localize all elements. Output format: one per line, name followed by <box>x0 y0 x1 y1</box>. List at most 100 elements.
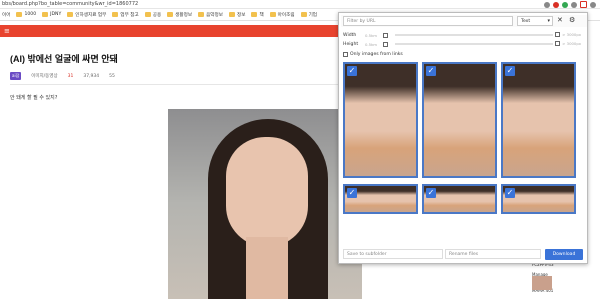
folder-icon <box>269 12 276 17</box>
extension-green-icon[interactable] <box>562 1 568 8</box>
height-min-value: 0.5km <box>365 41 377 47</box>
sub-category[interactable]: 이미지/동영상 <box>31 73 57 79</box>
bookmark-item[interactable]: JDNY <box>42 12 61 17</box>
check-icon[interactable]: ✓ <box>426 188 436 198</box>
only-links-label: Only images from links <box>350 52 403 57</box>
image-tile[interactable]: ✓ <box>501 62 576 178</box>
width-max-value: > 3000px <box>562 32 581 37</box>
rename-input[interactable]: Rename files <box>445 249 541 259</box>
folder-icon <box>112 12 119 17</box>
check-icon[interactable]: ✓ <box>505 188 515 198</box>
folder-icon <box>251 12 258 17</box>
post-meta: ai잡 이미지/동영상 31 37,934 55 <box>10 72 115 80</box>
folder-icon <box>300 12 307 17</box>
height-max-value: > 3000px <box>562 41 581 46</box>
sidebar-thumbnail[interactable] <box>532 276 552 290</box>
chevron-down-icon: ▾ <box>547 18 550 24</box>
width-max: > 3000px <box>555 32 581 37</box>
height-label: Height <box>343 41 359 47</box>
close-icon[interactable]: ✕ <box>557 17 563 24</box>
bookmark-item[interactable]: 인하생지료 업무 <box>67 12 106 18</box>
height-slider[interactable] <box>395 43 553 45</box>
site-header: ≡ <box>0 25 340 37</box>
width-slider[interactable] <box>395 34 553 36</box>
url-text[interactable]: bbs/board.php?bo_table=community&wr_id=1… <box>2 1 138 7</box>
folder-icon <box>228 12 235 17</box>
filter-type-select[interactable]: Text ▾ <box>517 16 553 26</box>
width-filter-row: Width 0.5km > 3000px <box>343 31 583 39</box>
extension-icon[interactable] <box>571 1 577 8</box>
bookmark-item[interactable]: 이어 <box>2 12 10 18</box>
post-title: (AI) 밖에선 얼굴에 싸면 안돼 <box>10 54 118 64</box>
image-grid: ✓ ✓ ✓ ✓ ✓ ✓ <box>343 62 581 216</box>
bookmark-label: 음악정보 <box>206 12 223 18</box>
post-image <box>168 109 362 299</box>
width-label: Width <box>343 32 357 38</box>
category-badge[interactable]: ai잡 <box>10 72 22 80</box>
popup-footer: Save to subfolder Rename files Download <box>341 247 587 261</box>
check-icon[interactable]: ✓ <box>426 66 436 76</box>
bookmark-item[interactable]: 업무 참고 <box>112 12 139 18</box>
image-tile[interactable]: ✓ <box>343 62 418 178</box>
gear-icon[interactable]: ⚙ <box>569 17 575 24</box>
image-tile[interactable]: ✓ <box>422 62 497 178</box>
bookmark-item[interactable]: 공용 <box>144 12 162 18</box>
profile-icon[interactable] <box>590 1 596 8</box>
bookmark-item[interactable]: 1000 <box>16 12 36 17</box>
folder-icon <box>167 12 174 17</box>
folder-icon <box>67 12 74 17</box>
bookmark-label: 공용 <box>152 12 162 18</box>
bookmark-item[interactable]: 정보 <box>228 12 246 18</box>
view-count: 37,934 <box>83 73 100 79</box>
image-downloader-popup: Filter by URL Text ▾ ✕ ⚙ Width 0.5km > 3… <box>338 12 588 264</box>
bookmark-label: JDNY <box>50 12 62 17</box>
folder-icon <box>144 12 151 17</box>
image-tile[interactable]: ✓ <box>501 184 576 214</box>
folder-icon <box>42 12 49 17</box>
width-min-value: 0.5km <box>365 32 377 38</box>
height-filter-row: Height 0.5km > 3000px <box>343 40 583 48</box>
folder-icon <box>16 12 23 17</box>
check-icon[interactable]: ✓ <box>505 66 515 76</box>
address-bar[interactable]: bbs/board.php?bo_table=community&wr_id=1… <box>0 0 600 9</box>
folder-icon <box>198 12 205 17</box>
filter-type-value: Text <box>521 19 531 24</box>
divider <box>10 84 338 85</box>
bookmark-label: 1000 <box>24 12 37 17</box>
check-icon[interactable]: ✓ <box>347 188 357 198</box>
bookmark-item[interactable]: 책 <box>251 12 264 18</box>
height-max-checkbox[interactable] <box>555 41 561 46</box>
bookmark-label: 아이조림 <box>277 12 295 18</box>
bookmark-label: 책 <box>259 12 264 18</box>
bookmark-label: 인하생지료 업무 <box>75 12 107 18</box>
bookmark-item[interactable]: 생활정보 <box>167 12 192 18</box>
bookmark-label: 이어 <box>2 12 11 18</box>
subfolder-input[interactable]: Save to subfolder <box>343 249 443 259</box>
hamburger-menu-icon[interactable]: ≡ <box>4 28 10 35</box>
bookmark-item[interactable]: 아이조림 <box>269 12 295 18</box>
image-downloader-icon[interactable] <box>580 1 587 8</box>
download-button[interactable]: Download <box>545 249 583 260</box>
popup-toolbar: Filter by URL Text ▾ ✕ ⚙ <box>341 15 587 27</box>
check-icon[interactable]: ✓ <box>347 66 357 76</box>
toolbar-icons <box>544 1 596 8</box>
bookmark-item[interactable]: 기업 <box>300 12 318 18</box>
image-tile[interactable]: ✓ <box>422 184 497 214</box>
width-max-checkbox[interactable] <box>555 32 561 37</box>
only-links-checkbox[interactable] <box>343 52 348 57</box>
post-body: 안 돼게 할 필 수 있지? <box>10 95 58 101</box>
bookmark-label: 생활정보 <box>175 12 193 18</box>
height-min-checkbox[interactable] <box>383 41 388 47</box>
star-icon[interactable] <box>544 1 550 8</box>
like-count: 55 <box>109 73 115 79</box>
comment-count: 31 <box>67 73 74 79</box>
image-tile[interactable]: ✓ <box>343 184 418 214</box>
bookmark-item[interactable]: 음악정보 <box>198 12 223 18</box>
bookmark-label: 기업 <box>308 12 318 18</box>
filter-input[interactable]: Filter by URL <box>343 16 513 26</box>
height-max: > 3000px <box>555 41 581 46</box>
extension-red-icon[interactable] <box>553 1 559 8</box>
width-min-checkbox[interactable] <box>383 32 388 38</box>
only-links-row: Only images from links <box>343 52 403 57</box>
bookmark-label: 정보 <box>236 12 246 18</box>
